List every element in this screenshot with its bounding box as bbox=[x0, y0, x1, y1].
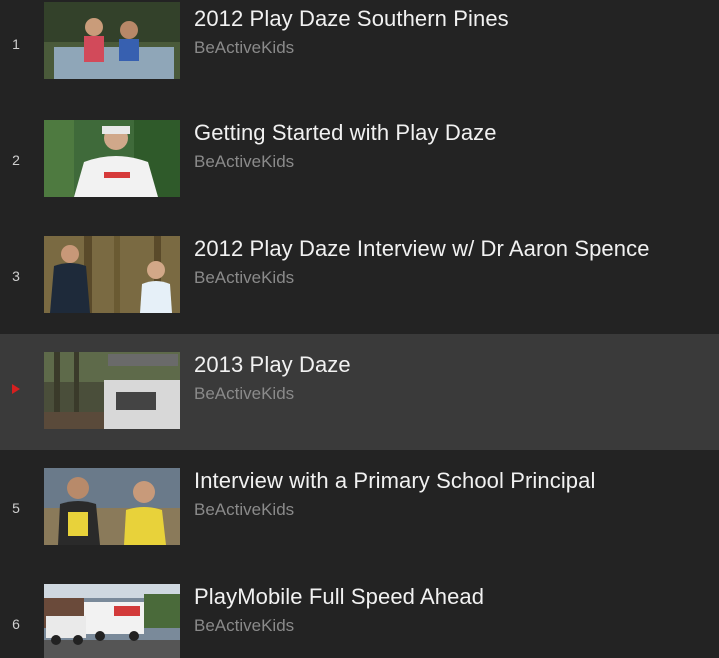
video-thumbnail[interactable] bbox=[44, 352, 180, 429]
playlist-item-5[interactable]: 5 Interview with a Primary School Princi… bbox=[0, 450, 719, 566]
playlist-item-now-playing[interactable]: 2013 Play Daze BeActiveKids bbox=[0, 334, 719, 450]
video-thumbnail[interactable] bbox=[44, 2, 180, 79]
video-title[interactable]: 2012 Play Daze Interview w/ Dr Aaron Spe… bbox=[194, 236, 650, 262]
video-thumbnail[interactable] bbox=[44, 468, 180, 545]
video-title[interactable]: PlayMobile Full Speed Ahead bbox=[194, 584, 484, 610]
playlist-item-3[interactable]: 3 2012 Play Daze Interview w/ Dr Aaron S… bbox=[0, 218, 719, 334]
playlist-item-2[interactable]: 2 Getting Started with Play Daze BeActiv… bbox=[0, 102, 719, 218]
video-thumbnail[interactable] bbox=[44, 236, 180, 313]
playlist-item-index: 6 bbox=[12, 616, 20, 632]
playlist-item-index: 2 bbox=[12, 152, 20, 168]
playlist-item-index: 1 bbox=[12, 36, 20, 52]
video-thumbnail[interactable] bbox=[44, 584, 180, 658]
video-thumbnail[interactable] bbox=[44, 120, 180, 197]
video-title[interactable]: 2012 Play Daze Southern Pines bbox=[194, 6, 509, 32]
playlist-item-1[interactable]: 1 2012 Play Daze Southern Pines BeActive… bbox=[0, 0, 719, 102]
channel-name: BeActiveKids bbox=[194, 38, 295, 57]
video-title[interactable]: Getting Started with Play Daze bbox=[194, 120, 497, 146]
channel-name: BeActiveKids bbox=[194, 616, 295, 635]
channel-name: BeActiveKids bbox=[194, 268, 295, 287]
channel-name: BeActiveKids bbox=[194, 384, 295, 403]
video-title[interactable]: 2013 Play Daze bbox=[194, 352, 351, 378]
channel-name: BeActiveKids bbox=[194, 500, 295, 519]
playlist-item-6[interactable]: 6 PlayMobile Full Speed Ahead BeActiveKi… bbox=[0, 566, 719, 658]
play-triangle-icon bbox=[12, 384, 20, 394]
playlist-item-index: 3 bbox=[12, 268, 20, 284]
playlist-item-index: 5 bbox=[12, 500, 20, 516]
video-title[interactable]: Interview with a Primary School Principa… bbox=[194, 468, 595, 494]
channel-name: BeActiveKids bbox=[194, 152, 295, 171]
playlist-panel: 1 2012 Play Daze Southern Pines BeActive… bbox=[0, 0, 719, 658]
